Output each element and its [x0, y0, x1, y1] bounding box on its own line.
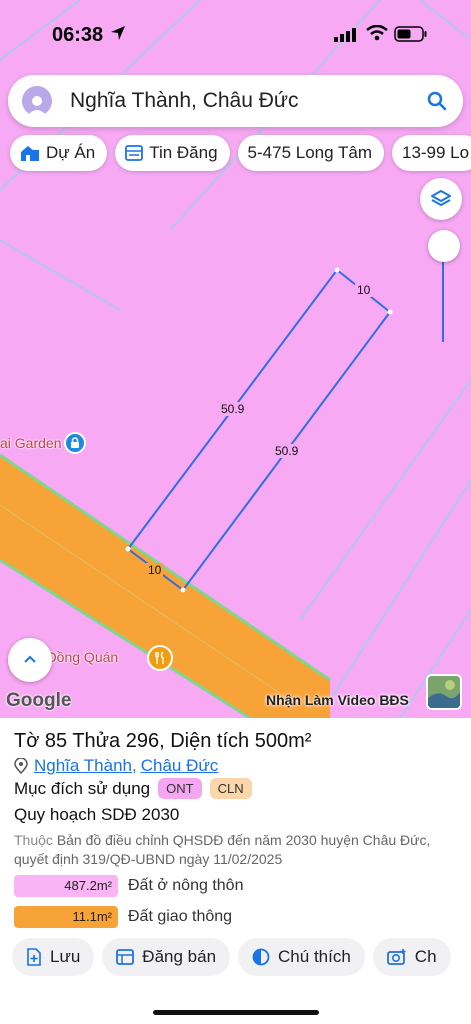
lock-pin-icon[interactable] — [64, 432, 86, 454]
edge-label: 10 — [146, 563, 164, 577]
sell-label: Đăng bán — [142, 947, 217, 966]
user-icon — [27, 96, 47, 116]
search-icon[interactable] — [427, 91, 447, 111]
land-use-purpose: Mục đích sử dụng ONT CLN — [14, 778, 252, 799]
parcel-info-panel: Tờ 85 Thửa 296, Diện tích 500m² Nghĩa Th… — [0, 718, 471, 1024]
edge-label: 50.9 — [273, 444, 301, 458]
layers-icon — [431, 190, 451, 206]
chip-label: 5-475 Long Tâm — [247, 143, 372, 162]
save-button[interactable]: Lưu — [12, 938, 95, 976]
battery-icon — [394, 26, 427, 42]
watermark-logo — [426, 674, 462, 710]
poi-garden-label[interactable]: ai Garden — [0, 435, 61, 451]
legend-label: Đất ở nông thôn — [128, 877, 244, 894]
badge-ont[interactable]: ONT — [158, 778, 202, 799]
plan-prefix: Thuộc — [14, 832, 53, 848]
google-logo: Google — [6, 690, 72, 711]
legend-label: Chú thích — [278, 947, 351, 966]
legend-swatch: 11.1m² — [14, 906, 118, 928]
chip-label: Dự Án — [46, 143, 96, 162]
status-time: 06:38 — [52, 24, 104, 46]
chip-tin-dang[interactable]: Tin Đăng — [115, 135, 230, 171]
restaurant-icon[interactable] — [147, 645, 173, 671]
plan-title: Quy hoạch SDĐ 2030 — [14, 805, 180, 824]
camera-label: Ch — [414, 947, 437, 966]
opacity-slider-handle[interactable] — [428, 230, 460, 262]
collapse-button[interactable] — [8, 638, 52, 682]
search-input[interactable]: Nghĩa Thành, Châu Đức — [70, 89, 427, 113]
camera-button[interactable]: Ch — [372, 938, 451, 976]
layers-button[interactable] — [420, 178, 462, 220]
save-label: Lưu — [50, 947, 81, 966]
legend-label: Đất giao thông — [128, 908, 233, 925]
avatar[interactable] — [22, 86, 52, 116]
chip-long-tam-13[interactable]: 13-99 Lo — [391, 135, 471, 171]
edge-label: 50.9 — [219, 402, 247, 416]
plan-description: Thuộc Bản đồ điều chỉnh QHSDĐ đến năm 20… — [14, 831, 464, 869]
selected-parcel[interactable] — [125, 267, 393, 593]
status-bar: 06:38 — [0, 0, 471, 70]
legend-button[interactable]: Chú thích — [238, 938, 365, 976]
building-icon — [21, 146, 39, 161]
location-arrow-icon — [111, 26, 125, 40]
list-icon — [125, 145, 144, 161]
legend-row-residential: 487.2m² Đất ở nông thôn — [14, 874, 243, 898]
home-indicator[interactable] — [153, 1010, 319, 1015]
plan-description-text: Bản đồ điều chỉnh QHSDĐ đến năm 2030 huy… — [14, 832, 431, 867]
legend-row-traffic: 11.1m² Đất giao thông — [14, 905, 232, 929]
road — [0, 453, 331, 718]
purpose-label: Mục đích sử dụng — [14, 778, 151, 798]
chip-label: Tin Đăng — [149, 143, 218, 162]
legend-icon — [252, 948, 270, 966]
chip-du-an[interactable]: Dự Án — [10, 135, 108, 171]
camera-icon — [386, 949, 406, 965]
wifi-icon — [366, 25, 388, 41]
filter-chips: Dự Án Tin Đăng 5-475 Long Tâm 13-99 Lo — [10, 135, 471, 171]
badge-cln[interactable]: CLN — [209, 778, 252, 799]
search-bar[interactable]: Nghĩa Thành, Châu Đức — [8, 75, 463, 127]
chevron-up-icon — [24, 655, 36, 663]
commune-link[interactable]: Nghĩa Thành — [34, 756, 132, 776]
parcel-title: Tờ 85 Thửa 296, Diện tích 500m² — [14, 730, 312, 752]
edge-label: 10 — [355, 283, 373, 297]
legend-swatch: 487.2m² — [14, 875, 118, 897]
action-bar: Lưu Đăng bán Chú thích Ch — [12, 938, 451, 976]
chip-long-tam-5[interactable]: 5-475 Long Tâm — [237, 135, 384, 171]
district-link[interactable]: Châu Đức — [141, 756, 219, 776]
sell-icon — [116, 949, 135, 965]
signal-icon — [334, 28, 356, 42]
watermark-text: Nhận Làm Video BĐS — [266, 692, 409, 708]
chip-label: 13-99 Lo — [401, 143, 470, 162]
location-pin-icon — [14, 758, 28, 774]
sell-button[interactable]: Đăng bán — [102, 938, 231, 976]
save-icon — [27, 948, 41, 966]
parcel-location: Nghĩa Thành, Châu Đức — [14, 756, 218, 776]
